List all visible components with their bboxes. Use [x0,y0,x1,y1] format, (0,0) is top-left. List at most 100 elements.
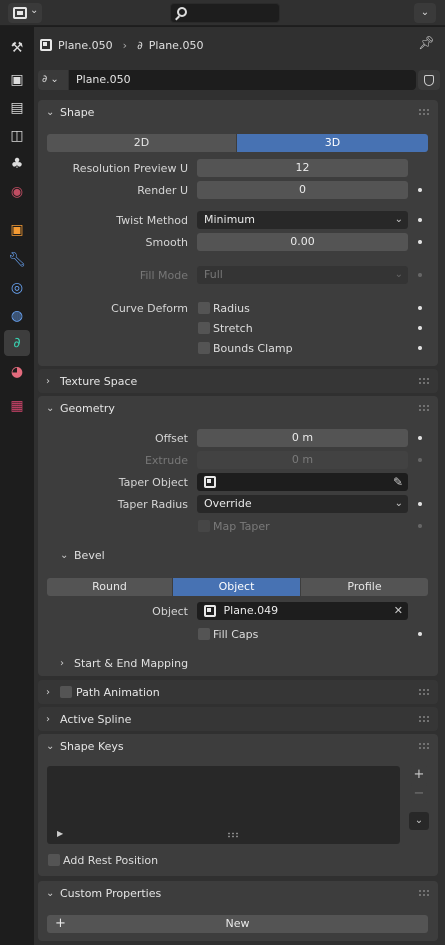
material-tab-icon[interactable]: ◕ [4,359,30,385]
datablock-name-field[interactable]: Plane.050 [69,70,416,90]
keyframe-dot[interactable] [418,188,422,192]
stretch-checkbox[interactable] [198,322,210,334]
add-rest-position-checkbox[interactable] [48,854,60,866]
properties-tabs: ⚒ ▣ ▤ ◫ ♣ ◉ ▣ 🔧︎ ◎ ◍ ∂ ◕ ▦ [0,27,34,945]
fill-caps-checkbox[interactable] [198,628,210,640]
custom-properties-header[interactable]: ⌄ Custom Properties [38,881,438,905]
map-taper-checkbox[interactable] [198,520,210,532]
editor-type-button[interactable]: ⌄ [8,3,42,23]
output-tab-icon[interactable]: ▤ [4,95,30,121]
eyedropper-icon[interactable]: ✎ [393,473,403,491]
drag-handle-icon[interactable] [418,404,430,412]
drag-handle-icon[interactable] [418,889,430,897]
datablock-selector: ∂ ⌄ Plane.050 [38,70,416,90]
datablock-browse-button[interactable]: ∂ ⌄ [38,70,68,90]
bevel-mode-toggle: Round Object Profile [47,578,428,596]
keyframe-dot[interactable] [418,240,422,244]
bevel-object-button[interactable]: Object [173,578,301,596]
chevron-down-icon: ⌄ [394,214,403,225]
keyframe-dot[interactable] [418,632,422,636]
path-animation-panel[interactable]: › Path Animation [38,680,438,704]
options-dropdown[interactable]: ⌄ [414,3,436,23]
texture-space-header[interactable]: › Texture Space [38,369,438,393]
chevron-down-icon: ⌄ [46,887,55,899]
bevel-round-button[interactable]: Round [47,578,173,596]
keyframe-dot[interactable] [418,218,422,222]
drag-handle-icon[interactable] [418,108,430,116]
dimensions-3d-button[interactable]: 3D [237,134,428,152]
drag-handle-icon[interactable] [418,377,430,385]
drag-handle-icon[interactable] [418,715,430,723]
chevron-down-icon: ⌄ [60,550,69,561]
twist-method-dropdown[interactable]: Minimum ⌄ [197,211,408,229]
render-tab-icon[interactable]: ▣ [4,67,30,93]
keyframe-dot[interactable] [418,502,422,506]
keyframe-dot[interactable] [418,436,422,440]
object-icon [204,476,216,488]
close-icon[interactable]: ✕ [394,602,403,620]
geometry-panel-header[interactable]: ⌄ Geometry [38,396,438,420]
panel-title: Texture Space [60,374,138,388]
bounds-clamp-checkbox[interactable] [198,342,210,354]
scene-tab-icon[interactable]: ♣ [4,151,30,177]
active-spline-panel[interactable]: › Active Spline [38,707,438,731]
bevel-profile-button[interactable]: Profile [301,578,428,596]
radius-checkbox[interactable] [198,302,210,314]
modifiers-tab-icon[interactable]: 🔧︎ [4,247,30,273]
keyframe-dot[interactable] [418,306,422,310]
resize-handle-icon[interactable] [227,832,239,838]
taper-radius-dropdown[interactable]: Override ⌄ [197,495,408,513]
physics-tab-icon[interactable]: ◍ [4,303,30,329]
shape-key-specials-button[interactable]: ⌄ [409,812,429,830]
fake-user-button[interactable] [418,70,440,90]
drag-handle-icon[interactable] [418,742,430,750]
chevron-down-icon: ⌄ [394,269,403,280]
shape-panel-header[interactable]: ⌄ Shape [38,100,438,124]
offset-field[interactable]: 0 m [197,429,408,447]
fill-mode-value: Full [204,268,223,281]
extrude-field[interactable]: 0 m [197,451,408,469]
smooth-field[interactable]: 0.00 [197,233,408,251]
curve-data-tab-icon[interactable]: ∂ [4,330,30,356]
start-end-mapping-header[interactable]: › Start & End Mapping [60,657,188,670]
object-icon [204,605,216,617]
taper-radius-value: Override [204,497,252,510]
keyframe-dot[interactable] [418,524,422,528]
remove-shape-key-button[interactable]: − [409,785,429,803]
object-tab-icon[interactable]: ▣ [4,217,30,243]
keyframe-dot[interactable] [418,326,422,330]
search-input[interactable] [170,3,280,23]
shape-keys-list[interactable]: ▶ [47,766,400,844]
add-shape-key-button[interactable]: + [409,766,429,784]
taper-object-field[interactable]: ✎ [197,473,408,491]
keyframe-dot[interactable] [418,346,422,350]
particles-tab-icon[interactable]: ◎ [4,275,30,301]
path-animation-checkbox[interactable] [60,686,72,698]
subpanel-title: Bevel [74,549,105,562]
bevel-object-field[interactable]: Plane.049 ✕ [197,602,408,620]
active-spline-header[interactable]: › Active Spline [38,707,438,731]
bevel-subpanel-header[interactable]: ⌄ Bevel [60,549,105,562]
texture-space-panel[interactable]: › Texture Space [38,369,438,393]
panel-title: Path Animation [76,685,160,699]
texture-tab-icon[interactable]: ▦ [4,393,30,419]
render-u-field[interactable]: 0 [197,181,408,199]
path-animation-header[interactable]: › Path Animation [38,680,438,704]
keyframe-dot[interactable] [418,273,422,277]
view-layer-tab-icon[interactable]: ◫ [4,123,30,149]
dimensions-2d-button[interactable]: 2D [47,134,237,152]
fill-mode-dropdown[interactable]: Full ⌄ [197,266,408,284]
subpanel-title: Start & End Mapping [74,657,189,670]
world-tab-icon[interactable]: ◉ [4,179,30,205]
shape-keys-header[interactable]: ⌄ Shape Keys [38,734,438,758]
shield-icon [424,74,434,86]
drag-handle-icon[interactable] [418,688,430,696]
resolution-preview-field[interactable]: 12 [197,159,408,177]
new-property-button[interactable]: + New [47,915,428,933]
list-expand-icon[interactable]: ▶ [57,829,63,838]
pin-icon[interactable]: 📌︎ [418,36,435,51]
tool-tab-icon[interactable]: ⚒ [4,35,30,61]
panel-title: Shape Keys [60,739,124,753]
keyframe-dot[interactable] [418,458,422,462]
panel-title: Active Spline [60,712,132,726]
